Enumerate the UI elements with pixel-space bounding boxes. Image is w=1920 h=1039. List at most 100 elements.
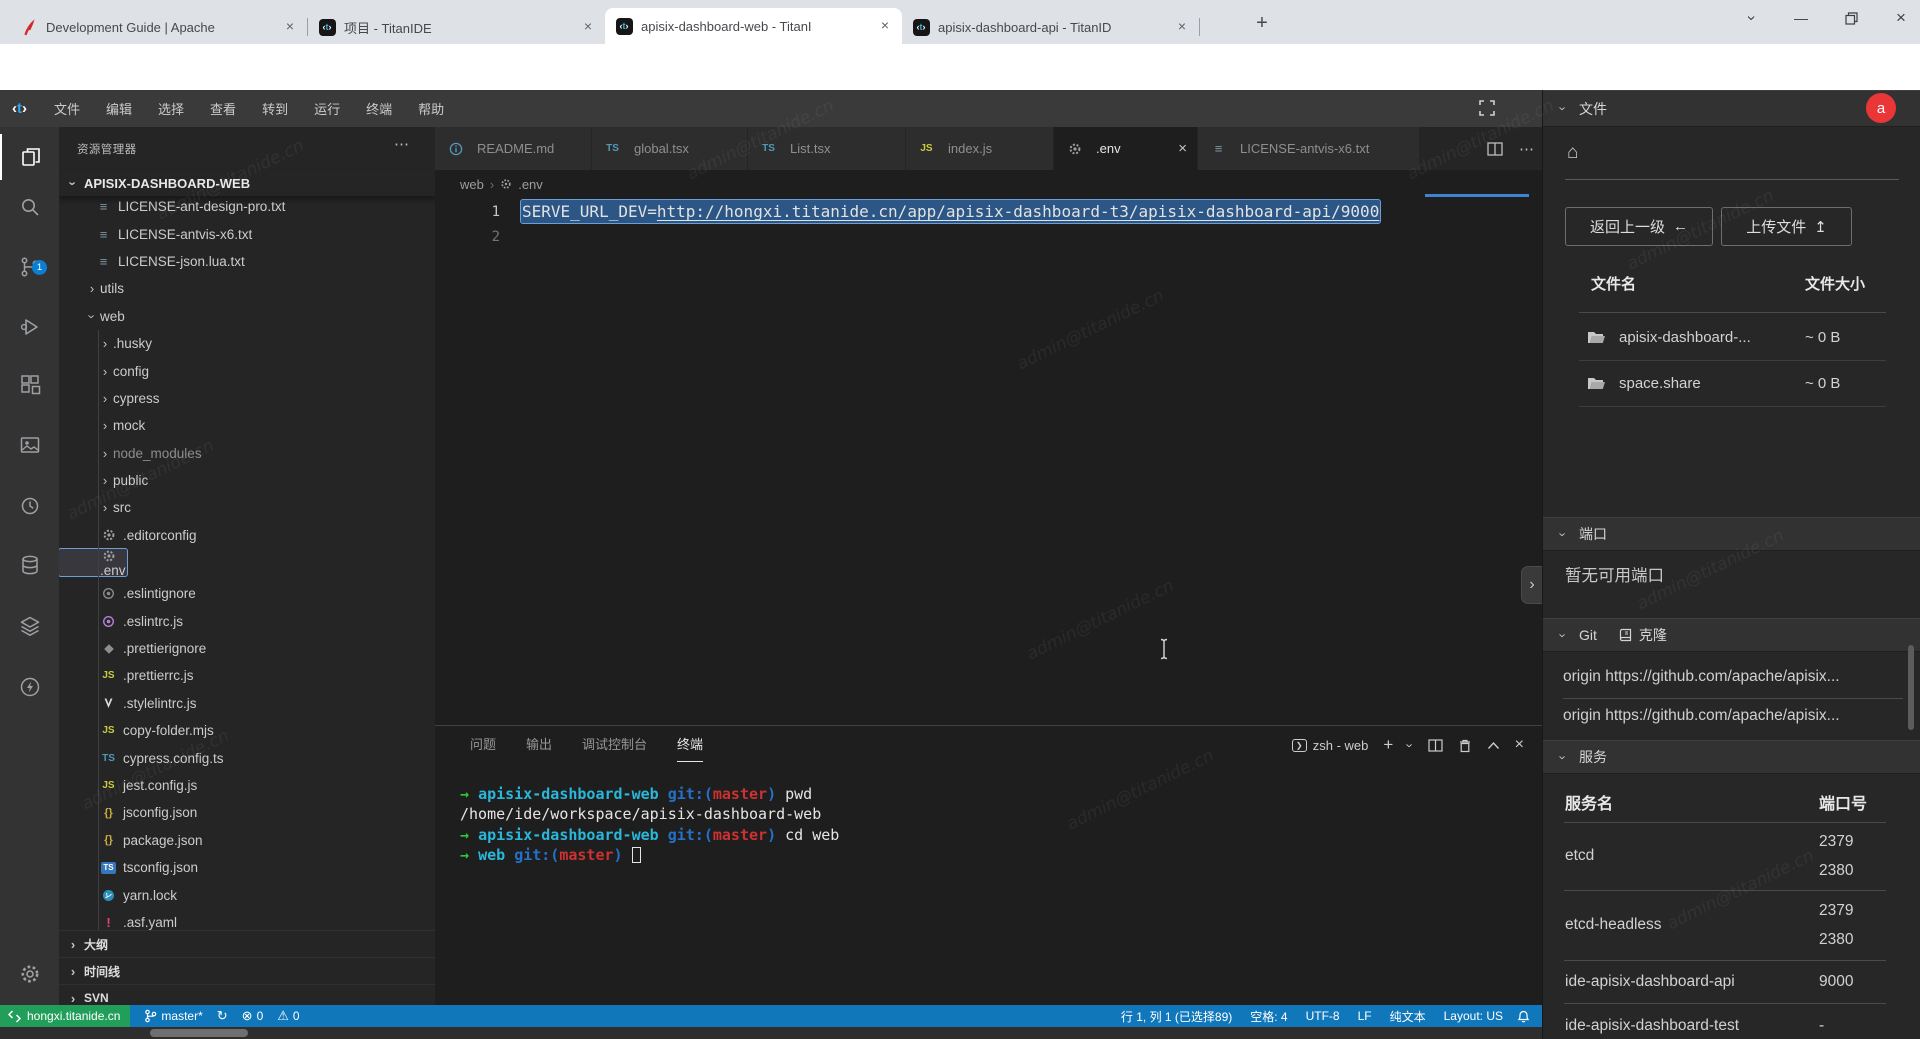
status-item[interactable]: 空格: 4 xyxy=(1250,1008,1287,1025)
status-item[interactable]: 纯文本 xyxy=(1390,1008,1426,1025)
tab-close-icon[interactable]: × xyxy=(876,17,894,35)
scrollbar-thumb[interactable] xyxy=(150,1029,248,1037)
sidebar-section-1[interactable]: ›大纲 xyxy=(59,930,435,957)
tree-item[interactable]: JSjest.config.js xyxy=(59,772,435,799)
menu-item[interactable]: 终端 xyxy=(353,90,405,127)
file-row[interactable]: space.share~ 0 B xyxy=(1543,360,1920,406)
sidebar-section-3[interactable]: ›SVN xyxy=(59,984,435,1005)
errors-indicator[interactable]: ⊗0 xyxy=(242,1008,264,1024)
fullscreen-icon[interactable] xyxy=(1478,99,1496,117)
service-row[interactable]: etcd-headless23792380 xyxy=(1543,890,1920,960)
menu-item[interactable]: 帮助 xyxy=(405,90,457,127)
database-icon[interactable] xyxy=(0,542,59,588)
service-row[interactable]: ide-apisix-dashboard-test- xyxy=(1543,1003,1920,1039)
notifications-bell-icon[interactable] xyxy=(1517,1009,1542,1023)
browser-tab[interactable]: Development Guide | Apache× xyxy=(10,10,307,44)
sidebar-section-2[interactable]: ›时间线 xyxy=(59,957,435,984)
project-root-item[interactable]: › APISIX-DASHBOARD-WEB xyxy=(59,170,435,196)
close-panel-icon[interactable]: × xyxy=(1515,736,1524,754)
settings-gear-icon[interactable] xyxy=(0,951,59,997)
terminal-dropdown-icon[interactable]: › xyxy=(1403,743,1418,747)
tree-item[interactable]: JScopy-folder.mjs xyxy=(59,717,435,744)
tree-item[interactable]: .editorconfig xyxy=(59,522,435,549)
files-section-header[interactable]: › 文件 xyxy=(1543,90,1920,127)
tree-item[interactable]: JS.prettierrc.js xyxy=(59,662,435,689)
new-tab-button[interactable]: + xyxy=(1248,10,1276,38)
user-avatar[interactable]: a xyxy=(1866,93,1896,123)
minimize-icon[interactable]: — xyxy=(1788,10,1814,26)
tree-item[interactable]: ›node_modules xyxy=(59,440,435,467)
menu-item[interactable]: 运行 xyxy=(301,90,353,127)
tree-item[interactable]: {}package.json xyxy=(59,827,435,854)
tree-item[interactable]: .stylelintrc.js xyxy=(59,690,435,717)
services-section-header[interactable]: › 服务 xyxy=(1543,740,1920,774)
layers-icon[interactable] xyxy=(0,603,59,649)
menu-item[interactable]: 转到 xyxy=(249,90,301,127)
horizontal-scrollbar[interactable] xyxy=(0,1027,1542,1039)
new-terminal-icon[interactable]: + xyxy=(1383,735,1393,755)
panel-tab[interactable]: 输出 xyxy=(526,734,552,762)
tree-item[interactable]: ›web xyxy=(59,303,435,330)
lightning-icon[interactable] xyxy=(0,664,59,710)
panel-tab[interactable]: 问题 xyxy=(470,734,496,762)
status-item[interactable]: LF xyxy=(1358,1009,1372,1023)
split-terminal-icon[interactable] xyxy=(1428,739,1443,752)
editor-tab[interactable]: README.md xyxy=(435,127,592,170)
close-window-icon[interactable]: × xyxy=(1888,8,1914,28)
panel-tab[interactable]: 终端 xyxy=(677,734,703,762)
service-row[interactable]: ide-apisix-dashboard-api9000 xyxy=(1543,960,1920,1003)
tree-item[interactable]: {}jsconfig.json xyxy=(59,799,435,826)
sync-button[interactable]: ↻ xyxy=(217,1008,228,1024)
menu-item[interactable]: 选择 xyxy=(145,90,197,127)
breadcrumb-file[interactable]: .env xyxy=(518,177,543,192)
menu-item[interactable]: 查看 xyxy=(197,90,249,127)
terminal-output[interactable]: → apisix-dashboard-web git:(master) pwd/… xyxy=(460,784,839,866)
tree-item[interactable]: !.asf.yaml xyxy=(59,909,435,930)
browser-tab[interactable]: ‹t›项目 - TitanIDE× xyxy=(308,10,605,44)
env-var-url[interactable]: http://hongxi.titanide.cn/app/apisix-das… xyxy=(657,202,1379,221)
tab-search-icon[interactable]: › xyxy=(1742,5,1760,31)
git-remote-row[interactable]: origin https://github.com/apache/apisix.… xyxy=(1563,668,1903,699)
restore-icon[interactable] xyxy=(1838,12,1864,25)
status-item[interactable]: 行 1, 列 1 (已选择89) xyxy=(1121,1008,1232,1025)
git-section-header[interactable]: › Git 克隆 xyxy=(1543,618,1920,652)
menu-item[interactable]: 文件 xyxy=(41,90,93,127)
browser-tab[interactable]: ‹t›apisix-dashboard-web - TitanI× xyxy=(605,8,902,44)
menu-item[interactable]: 编辑 xyxy=(93,90,145,127)
go-up-button[interactable]: 返回上一级 ← xyxy=(1565,207,1713,246)
kill-terminal-icon[interactable] xyxy=(1458,738,1472,753)
tree-item[interactable]: ›mock xyxy=(59,412,435,439)
git-remote-row[interactable]: origin https://github.com/apache/apisix.… xyxy=(1563,707,1903,725)
tab-close-icon[interactable]: × xyxy=(1173,18,1191,36)
panel-tab[interactable]: 调试控制台 xyxy=(582,734,647,762)
tree-item[interactable]: ›src xyxy=(59,494,435,521)
tree-item[interactable]: ›utils xyxy=(59,275,435,302)
status-item[interactable]: UTF-8 xyxy=(1306,1009,1340,1023)
tab-close-icon[interactable]: × xyxy=(1172,140,1187,157)
code-line-1[interactable]: SERVE_URL_DEV=http://hongxi.titanide.cn/… xyxy=(521,200,1380,225)
right-panel-scrollbar[interactable] xyxy=(1908,645,1914,730)
tree-item[interactable]: ›.husky xyxy=(59,330,435,357)
git-clone-button[interactable]: 克隆 xyxy=(1619,625,1667,645)
editor-tab[interactable]: .env× xyxy=(1054,127,1198,170)
tab-close-icon[interactable]: × xyxy=(579,18,597,36)
editor-tab[interactable]: ≡LICENSE-antvis-x6.txt xyxy=(1198,127,1420,170)
editor-more-icon[interactable]: ⋯ xyxy=(1519,140,1534,158)
search-icon[interactable] xyxy=(0,184,59,230)
preview-icon[interactable] xyxy=(0,422,59,468)
file-row[interactable]: apisix-dashboard-...~ 0 B xyxy=(1543,314,1920,360)
source-control-icon[interactable]: 1 xyxy=(0,244,59,290)
editor-tab[interactable]: JSindex.js xyxy=(906,127,1054,170)
browser-tab[interactable]: ‹t›apisix-dashboard-api - TitanID× xyxy=(902,10,1199,44)
tree-item[interactable]: .env xyxy=(59,549,127,576)
terminal-selector[interactable]: ❯ zsh - web xyxy=(1292,738,1369,753)
branch-indicator[interactable]: master* xyxy=(144,1009,202,1023)
warnings-indicator[interactable]: ⚠0 xyxy=(277,1008,299,1024)
tree-item[interactable]: ›config xyxy=(59,357,435,384)
service-row[interactable]: etcd23792380 xyxy=(1543,822,1920,890)
tab-close-icon[interactable]: × xyxy=(281,18,299,36)
split-editor-icon[interactable] xyxy=(1487,142,1503,156)
status-item[interactable]: Layout: US xyxy=(1444,1009,1503,1023)
clock-icon[interactable] xyxy=(0,483,59,529)
tree-item[interactable]: .prettierignore xyxy=(59,635,435,662)
